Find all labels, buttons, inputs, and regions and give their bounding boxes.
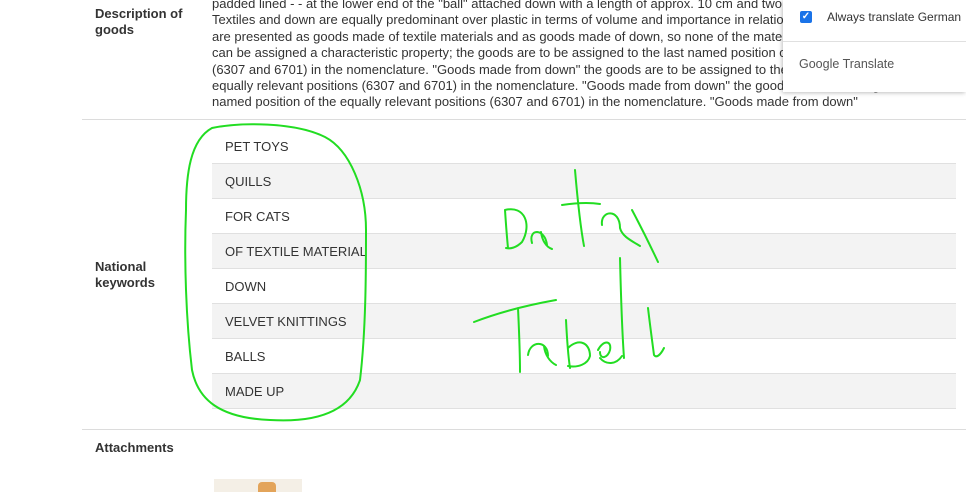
keyword-row: OF TEXTILE MATERIAL: [212, 234, 956, 269]
google-logo: Google: [799, 57, 840, 71]
keywords-table: PET TOYS QUILLS FOR CATS OF TEXTILE MATE…: [212, 129, 956, 409]
keywords-label-line1: National: [95, 259, 147, 274]
keywords-label-line2: keywords: [95, 275, 155, 290]
keyword-row: BALLS: [212, 339, 956, 374]
description-label: Description of goods: [95, 6, 182, 38]
description-line: named position of the equally relevant p…: [212, 94, 858, 110]
keyword-row: VELVET KNITTINGS: [212, 304, 956, 339]
keyword-row: FOR CATS: [212, 199, 956, 234]
description-label-line2: goods: [95, 22, 134, 37]
keyword-row: DOWN: [212, 269, 956, 304]
translate-brand-text: Translate: [842, 57, 895, 71]
attachment-image-icon: [258, 482, 276, 492]
keyword-row: PET TOYS: [212, 129, 956, 164]
attachments-label: Attachments: [95, 440, 174, 455]
attachment-thumbnail[interactable]: [214, 479, 302, 492]
description-label-line1: Description of: [95, 6, 183, 21]
google-translate-brand: Google Translate: [799, 57, 894, 71]
row-divider: [82, 429, 966, 430]
keywords-label: National keywords: [95, 259, 155, 291]
always-translate-checkbox[interactable]: ✓: [800, 11, 812, 23]
keyword-row: MADE UP: [212, 374, 956, 409]
keyword-row: QUILLS: [212, 164, 956, 199]
always-translate-label[interactable]: Always translate German: [827, 10, 961, 24]
popup-divider: [783, 41, 966, 42]
translate-popup: ✓ Always translate German Google Transla…: [783, 0, 966, 92]
row-divider: [82, 119, 966, 120]
